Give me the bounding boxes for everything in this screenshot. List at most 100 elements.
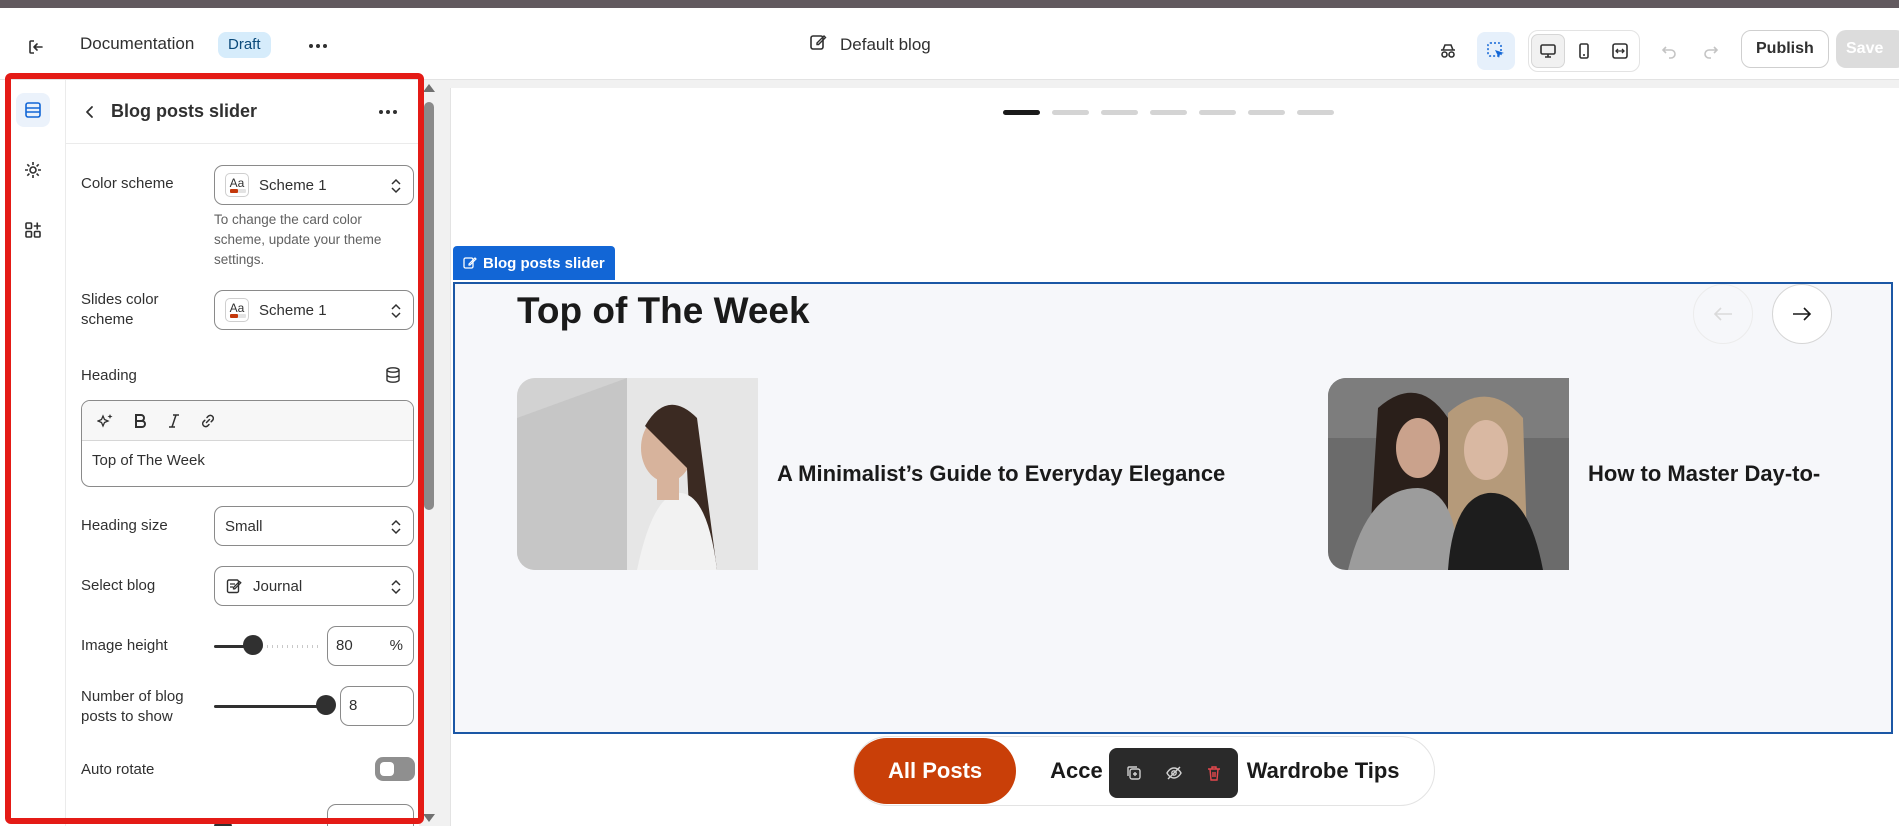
slides-color-scheme-label: Slides color scheme [81,291,159,328]
select-chevron-icon [391,178,401,194]
fullwidth-icon[interactable] [1603,34,1637,68]
panel-title: Blog posts slider [111,101,258,121]
slider-pagination [1003,110,1334,115]
color-scheme-value: Scheme 1 [259,176,327,194]
slider-handle[interactable] [316,695,336,715]
heading-size-value: Small [225,517,263,535]
blog-card-title[interactable]: A Minimalist’s Guide to Everyday Eleganc… [777,461,1225,487]
color-swatch-icon: Aa [225,298,249,322]
ai-sparkle-icon[interactable] [94,409,118,433]
exit-icon[interactable] [24,35,48,59]
image-height-slider[interactable] [214,635,318,655]
block-actions-toolbar [1109,748,1238,798]
percent-unit: % [389,637,403,654]
draft-status-badge: Draft [218,32,271,58]
color-swatch-icon: Aa [225,173,249,197]
select-blog-label: Select blog [81,577,156,594]
publish-button[interactable]: Publish [1741,30,1829,68]
redo-icon[interactable] [1692,32,1730,70]
hide-icon[interactable] [1162,761,1186,785]
pagination-dot[interactable] [1003,110,1040,115]
scroll-thumb[interactable] [424,102,434,510]
pagination-dot[interactable] [1199,110,1236,115]
dynamic-source-icon[interactable] [384,366,402,389]
page-name: Default blog [840,34,931,54]
posts-to-show-label: Number of blog posts to show [81,688,184,725]
posts-to-show-slider[interactable] [214,695,336,715]
bold-icon[interactable] [128,409,152,433]
undo-icon[interactable] [1650,32,1688,70]
blog-card-title[interactable]: How to Master Day-to- [1588,461,1820,487]
sections-icon[interactable] [16,93,50,127]
heading-size-label: Heading size [81,517,168,534]
store-title: Documentation [80,34,195,53]
editor-topbar: Documentation Draft Default blog Publish… [0,8,1899,80]
panel-more-icon[interactable] [374,100,402,124]
more-icon[interactable] [306,36,330,56]
preview-canvas: Blog posts slider Top of The Week A Mini… [450,88,1899,826]
theme-settings-icon[interactable] [16,153,50,187]
tab-all-posts[interactable]: All Posts [854,738,1017,804]
viewport-switcher [1528,30,1640,72]
auto-rotate-label: Auto rotate [81,761,155,778]
editor-rail [0,80,66,826]
blog-card-image[interactable] [517,378,758,570]
panel-header: Blog posts slider [66,80,419,144]
inspector-icon[interactable] [1477,32,1515,70]
heading-editor[interactable]: Top of The Week [81,400,414,487]
next-arrow-icon[interactable] [1772,284,1832,344]
blog-posts-slider-section[interactable]: Top of The Week A Minimalist’s Guide to … [453,282,1893,734]
window-top-strip [0,0,1899,8]
color-scheme-label: Color scheme [81,175,174,192]
page-selector[interactable]: Default blog [808,32,931,57]
select-chevron-icon [391,519,401,535]
pagination-dot[interactable] [1150,110,1187,115]
color-scheme-select[interactable]: Aa Scheme 1 [214,165,414,205]
section-tag[interactable]: Blog posts slider [453,246,615,280]
image-height-input[interactable]: 80% [327,626,414,666]
heading-size-select[interactable]: Small [214,506,414,546]
posts-to-show-input[interactable]: 8 [340,686,414,726]
slides-color-scheme-select[interactable]: Aa Scheme 1 [214,290,414,330]
scroll-down-icon[interactable] [423,814,435,822]
next-setting-label-clipped [81,812,141,826]
select-chevron-icon [391,303,401,319]
blog-card-image[interactable] [1328,378,1569,570]
page-edit-icon [808,32,828,57]
heading-label: Heading [81,367,137,384]
back-arrow-icon[interactable] [78,100,102,124]
save-button[interactable]: Save [1836,30,1899,68]
pagination-dot[interactable] [1052,110,1089,115]
prev-arrow-icon[interactable] [1693,284,1753,344]
blog-card[interactable]: A Minimalist’s Guide to Everyday Eleganc… [517,378,1225,570]
next-setting-input[interactable] [327,804,414,826]
tab-wardrobe-tips[interactable]: Wardrobe Tips [1247,738,1400,804]
pagination-dot[interactable] [1248,110,1285,115]
select-blog-select[interactable]: Journal [214,566,414,606]
slides-color-scheme-value: Scheme 1 [259,301,327,319]
section-settings-panel: Blog posts slider Color scheme Aa Scheme… [66,80,419,826]
duplicate-icon[interactable] [1122,761,1146,785]
incognito-icon[interactable] [1429,32,1467,70]
blog-icon [225,577,243,595]
color-scheme-help: To change the card color scheme, update … [214,212,382,267]
image-height-label: Image height [81,637,168,654]
auto-rotate-toggle[interactable] [375,757,415,781]
mobile-icon[interactable] [1567,34,1601,68]
select-blog-value: Journal [253,577,303,595]
pagination-dot[interactable] [1101,110,1138,115]
slider-handle[interactable] [214,818,232,826]
panel-scrollbar[interactable] [419,80,439,826]
desktop-icon[interactable] [1531,34,1565,68]
slider-handle[interactable] [243,635,263,655]
scroll-up-icon[interactable] [423,84,435,92]
delete-icon[interactable] [1202,761,1226,785]
edit-icon [463,257,477,269]
apps-icon[interactable] [16,213,50,247]
italic-icon[interactable] [162,409,186,433]
link-icon[interactable] [196,409,220,433]
select-chevron-icon [391,579,401,595]
pagination-dot[interactable] [1297,110,1334,115]
blog-card[interactable]: How to Master Day-to- [1328,378,1820,570]
heading-editor-text[interactable]: Top of The Week [82,441,413,480]
